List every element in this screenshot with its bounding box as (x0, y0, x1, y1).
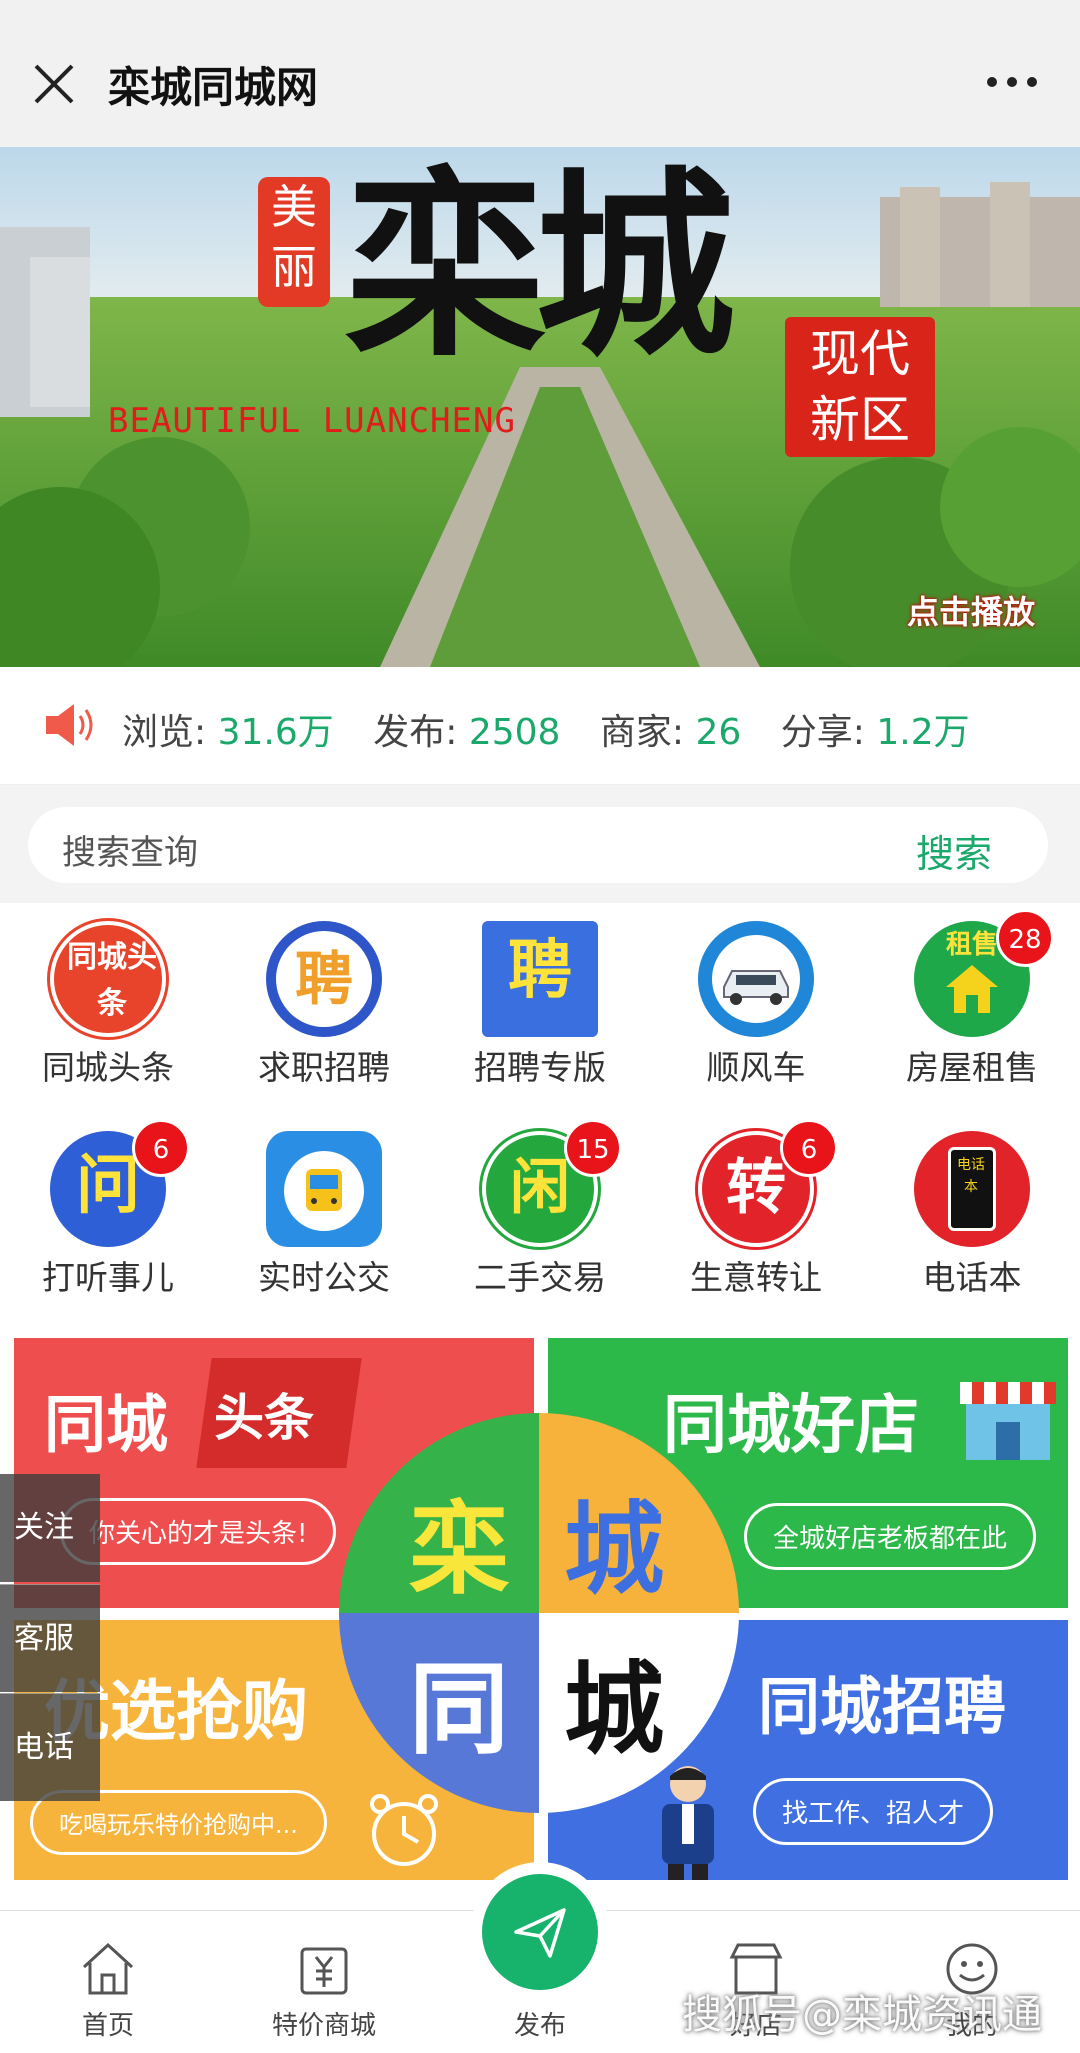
speaker-icon (46, 704, 93, 746)
grid-item-label: 生意转让 (690, 1258, 822, 1297)
stat-views-label: 浏览: (122, 712, 207, 753)
grid-item-label: 电话本 (922, 1258, 1022, 1297)
recruit-board-icon: 聘 (482, 921, 598, 1037)
job-search-icon: 聘 (266, 921, 382, 1037)
recruit-board-glyph: 聘 (508, 933, 572, 1008)
publish-button-inner (482, 1874, 598, 1990)
category-grid: 同城头条 同城头条 聘 求职招聘 聘 招聘专版 顺风车 租售 28 房屋租售 问… (0, 903, 1080, 1323)
grid-item-ask[interactable]: 问 6 打听事儿 (0, 1113, 216, 1313)
grid-item-label: 招聘专版 (474, 1048, 606, 1087)
grid-item-phonebook[interactable]: 电话本 电话本 (864, 1113, 1080, 1313)
stat-posts: 发布: 2508 (373, 712, 560, 753)
banner-video[interactable]: 美丽 栾城 BEAUTIFUL LUANCHENG 现代 新区 点击播放 (0, 147, 1080, 667)
promo-tile-title: 头条 (214, 1388, 314, 1447)
banner-subtitle: BEAUTIFUL LUANCHENG (108, 401, 516, 441)
grid-item-label: 实时公交 (258, 1258, 390, 1297)
stat-shares: 分享: 1.2万 (781, 712, 970, 753)
side-service-button[interactable]: 客服 (0, 1584, 100, 1692)
shop-icon (960, 1382, 1056, 1460)
publish-button[interactable] (470, 1862, 610, 2002)
stat-views: 浏览: 31.6万 (122, 712, 334, 753)
badge-count: 15 (564, 1119, 622, 1177)
mall-icon (300, 1947, 348, 1995)
grid-item-tongcheng-toutiao[interactable]: 同城头条 同城头条 (0, 903, 216, 1103)
stats-bar: 浏览: 31.6万 发布: 2508 商家: 26 分享: 1.2万 (0, 667, 1080, 785)
grid-item-secondhand[interactable]: 闲 15 二手交易 (432, 1113, 648, 1313)
promo-pill: 你关心的才是头条! (60, 1498, 337, 1565)
nav-mall[interactable]: 特价商城 (216, 1911, 432, 2053)
search-area: 搜索查询 搜索 (0, 785, 1080, 903)
grid-item-label: 顺风车 (706, 1048, 806, 1087)
nav-mall-label: 特价商城 (271, 2011, 376, 2041)
grid-item-label: 二手交易 (474, 1258, 606, 1297)
banner-title: 栾城 (345, 149, 735, 384)
phonebook-icon: 电话本 (914, 1131, 1030, 1247)
promo-tile-title: 同城 (44, 1388, 169, 1461)
side-phone-button[interactable]: 电话 (0, 1693, 100, 1801)
stat-shares-label: 分享: (780, 712, 865, 753)
banner-tag-line2: 新区 (810, 391, 910, 449)
promo-tile-title: 同城招聘 (758, 1670, 1007, 1743)
stat-shops-label: 商家: (599, 712, 685, 753)
home-icon (82, 1942, 134, 1995)
watermark-text: 搜狐号@栾城资讯通 (682, 1992, 1042, 2038)
grid-item-transfer[interactable]: 转 6 生意转让 (648, 1113, 864, 1313)
grid-item-bus[interactable]: 实时公交 (216, 1113, 432, 1313)
phone-shape: 电话本 (948, 1147, 996, 1231)
badge-count: 6 (132, 1119, 190, 1177)
circle-char-cheng-2: 城 (564, 1650, 664, 1768)
badge-count: 6 (780, 1119, 838, 1177)
car-icon (698, 921, 814, 1037)
banner-tag-line1: 现代 (810, 325, 910, 383)
grid-item-job-search[interactable]: 聘 求职招聘 (216, 903, 432, 1103)
bus-icon-graphic (284, 1151, 364, 1231)
grid-item-house[interactable]: 租售 28 房屋租售 (864, 903, 1080, 1103)
banner-meili-badge: 美丽 (258, 177, 330, 307)
nav-home-label: 首页 (81, 2011, 134, 2041)
promo-pill: 全城好店老板都在此 (744, 1503, 1037, 1570)
grid-item-recruit-board[interactable]: 聘 招聘专版 (432, 903, 648, 1103)
send-icon (514, 1908, 566, 1958)
promo-center-circle: 栾 城 同 城 (339, 1413, 739, 1813)
grid-item-label: 求职招聘 (258, 1048, 390, 1087)
circle-char-tong: 同 (409, 1650, 509, 1768)
stat-posts-value: 2508 (468, 712, 561, 753)
promo-pill: 找工作、招人才 (753, 1778, 994, 1845)
close-icon[interactable] (30, 60, 78, 108)
stat-shares-value: 1.2万 (876, 712, 970, 753)
badge-count: 28 (996, 909, 1054, 967)
top-bar: 栾城同城网 (0, 0, 1080, 147)
bus-icon (266, 1131, 382, 1247)
circle-char-cheng: 城 (564, 1490, 664, 1608)
house-shape-icon (946, 965, 998, 1013)
job-search-glyph: 聘 (294, 945, 353, 1013)
stat-views-value: 31.6万 (217, 712, 334, 753)
grid-item-car[interactable]: 顺风车 (648, 903, 864, 1103)
grid-item-label: 同城头条 (42, 1048, 174, 1087)
search-placeholder: 搜索查询 (62, 833, 198, 873)
circle-char-luan: 栾 (409, 1490, 509, 1608)
more-icon[interactable] (984, 68, 1040, 96)
search-button[interactable]: 搜索 (916, 823, 992, 878)
grid-item-label: 房屋租售 (906, 1048, 1038, 1087)
play-button[interactable]: 点击播放 (907, 587, 1035, 633)
nav-publish-label: 发布 (513, 2011, 566, 2041)
car-icon-graphic (712, 935, 800, 1023)
grid-item-label: 打听事儿 (42, 1258, 174, 1297)
page-title: 栾城同城网 (108, 63, 319, 112)
tongcheng-toutiao-glyph: 同城头条 (67, 940, 157, 1021)
nav-home[interactable]: 首页 (0, 1911, 216, 2053)
stat-shops-value: 26 (695, 712, 742, 753)
stat-shops: 商家: 26 (600, 712, 741, 753)
search-input[interactable]: 搜索查询 搜索 (28, 807, 1048, 883)
phonebook-glyph: 电话本 (957, 1157, 985, 1195)
banner-tag: 现代 新区 (785, 317, 935, 457)
side-follow-button[interactable]: 关注 (0, 1474, 100, 1582)
stat-posts-label: 发布: (373, 712, 458, 753)
tongcheng-toutiao-icon: 同城头条 (50, 921, 166, 1037)
